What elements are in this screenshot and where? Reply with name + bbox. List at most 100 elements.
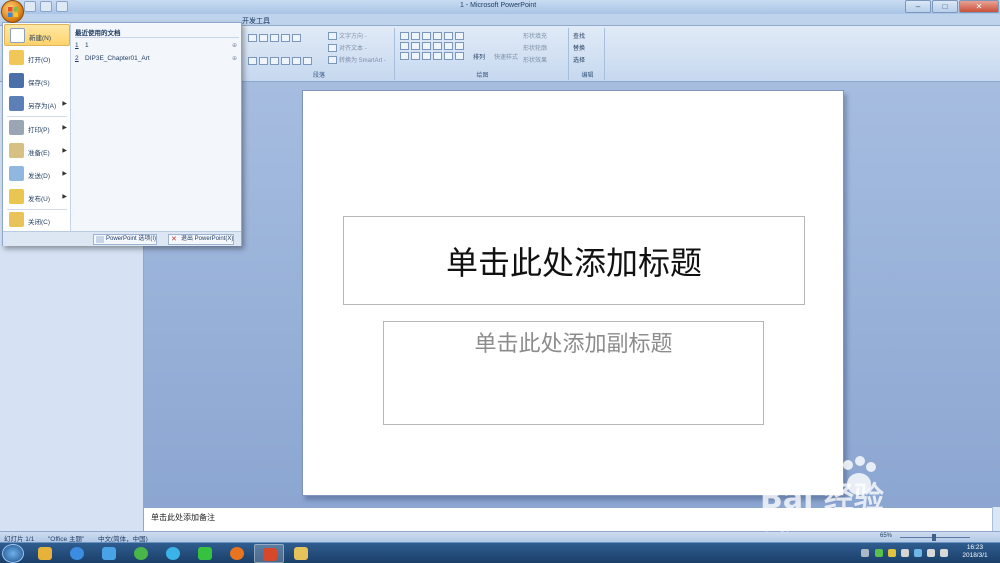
recent-document-item[interactable]: 1 1 ⊕ — [75, 41, 239, 52]
submenu-arrow-icon: ▶ — [62, 171, 67, 177]
recent-divider — [75, 37, 239, 38]
clock-date: 2018/3/1 — [962, 552, 988, 559]
taskbar-app-4[interactable] — [126, 544, 156, 563]
exit-icon: ✕ — [171, 236, 177, 243]
title-bar: 1 - Microsoft PowerPoint – □ ✕ — [0, 0, 1000, 14]
submenu-arrow-icon: ▶ — [62, 125, 67, 131]
maximize-button[interactable]: □ — [932, 0, 958, 13]
vertical-scrollbar[interactable] — [992, 507, 1000, 531]
office-button[interactable] — [1, 0, 24, 23]
shapes-gallery[interactable] — [400, 32, 466, 40]
menu-item-new[interactable]: 新建(N) — [4, 24, 70, 46]
office-logo-icon — [8, 7, 18, 17]
taskbar-app-7[interactable] — [222, 544, 252, 563]
save-icon[interactable] — [24, 1, 36, 12]
minimize-button[interactable]: – — [905, 0, 931, 13]
arrange-button[interactable]: 排列 — [473, 52, 485, 61]
powerpoint-options-button[interactable]: PowerPoint 选项(I) — [93, 234, 158, 245]
editing-group: 查找 替换 选择 编辑 — [571, 28, 605, 80]
tray-icon[interactable] — [875, 549, 883, 557]
paragraph-group-label: 段落 — [312, 73, 325, 79]
menu-item-publish[interactable]: 发布(U) ▶ — [4, 186, 70, 208]
browser-icon — [102, 547, 116, 560]
taskbar-app-9[interactable] — [286, 544, 316, 563]
clock-time: 16:23 — [966, 544, 984, 551]
convert-smartart-button[interactable]: 转换为 SmartArt - — [328, 55, 386, 65]
network-icon[interactable] — [927, 549, 935, 557]
baidu-watermark: Bai 经验 jingyan.baidu.com — [760, 455, 970, 540]
taskbar-app-3[interactable] — [94, 544, 124, 563]
iqiyi-icon — [198, 547, 212, 560]
redo-icon[interactable] — [56, 1, 68, 12]
exit-powerpoint-button[interactable]: ✕ 退出 PowerPoint(X) — [168, 234, 235, 245]
ie-icon — [70, 547, 84, 560]
app-icon — [38, 547, 52, 560]
tray-icon[interactable] — [861, 549, 869, 557]
send-icon — [9, 166, 24, 181]
text-direction-button[interactable]: 文字方向 - — [328, 31, 367, 41]
tray-icon[interactable] — [888, 549, 896, 557]
align-icon[interactable] — [248, 57, 314, 65]
menu-item-open[interactable]: 打开(O) — [4, 47, 70, 69]
menu-item-prepare[interactable]: 准备(E) ▶ — [4, 140, 70, 162]
office-menu-footer: PowerPoint 选项(I) ✕ 退出 PowerPoint(X) — [3, 231, 241, 246]
subtitle-placeholder[interactable]: 单击此处添加副标题 — [383, 321, 764, 425]
menu-item-save[interactable]: 保存(S) — [4, 70, 70, 92]
shape-effects-button[interactable]: 形状效果 — [523, 55, 547, 64]
new-document-icon — [10, 28, 25, 43]
bullet-icon[interactable] — [248, 34, 303, 42]
save-disk-icon — [9, 73, 24, 88]
shape-outline-button[interactable]: 形状轮廓 — [523, 43, 547, 52]
taskbar-app-2[interactable] — [62, 544, 92, 563]
menu-item-close[interactable]: 关闭(C) — [4, 209, 70, 231]
open-folder-icon — [9, 50, 24, 65]
start-button[interactable] — [2, 544, 24, 563]
tray-icon[interactable] — [914, 549, 922, 557]
taskbar-app-1[interactable] — [30, 544, 60, 563]
save-as-icon — [9, 96, 24, 111]
editing-group-label: 编辑 — [581, 73, 594, 79]
close-folder-icon — [9, 212, 24, 227]
submenu-arrow-icon: ▶ — [62, 148, 67, 154]
recent-document-item[interactable]: 2 DIP3E_Chapter01_Art ⊕ — [75, 54, 239, 65]
drawing-group: 排列 快速样式 形状填充 形状轮廓 形状效果 绘图 — [397, 28, 569, 80]
publish-icon — [9, 189, 24, 204]
align-text-button[interactable]: 对齐文本 - — [328, 43, 367, 53]
replace-button[interactable]: 替换 — [573, 43, 585, 52]
volume-icon[interactable] — [940, 549, 948, 557]
folder-icon — [294, 547, 308, 560]
watermark-brand: Bai 经验 — [760, 481, 884, 516]
prepare-icon — [9, 143, 24, 158]
watermark-url: jingyan.baidu.com — [766, 517, 871, 532]
quick-access-toolbar — [24, 1, 72, 13]
submenu-arrow-icon: ▶ — [62, 194, 67, 200]
select-button[interactable]: 选择 — [573, 55, 585, 64]
notes-placeholder[interactable]: 单击此处添加备注 — [151, 512, 215, 523]
menu-item-send[interactable]: 发送(D) ▶ — [4, 163, 70, 185]
undo-icon[interactable] — [40, 1, 52, 12]
paragraph-group: 文字方向 - 对齐文本 - 转换为 SmartArt - 段落 — [244, 28, 395, 80]
find-button[interactable]: 查找 — [573, 31, 585, 40]
powerpoint-icon — [263, 548, 277, 561]
pin-icon[interactable]: ⊕ — [232, 42, 237, 49]
menu-item-save-as[interactable]: 另存为(A) ▶ — [4, 93, 70, 115]
pin-icon[interactable]: ⊕ — [232, 55, 237, 62]
title-placeholder[interactable]: 单击此处添加标题 — [343, 216, 805, 305]
close-button[interactable]: ✕ — [959, 0, 999, 13]
clock[interactable]: 16:23 2018/3/1 — [955, 544, 995, 560]
shapes-gallery-row3[interactable] — [400, 52, 466, 60]
slide-canvas[interactable]: 单击此处添加标题 单击此处添加副标题 — [302, 90, 844, 496]
taskbar-app-6[interactable] — [190, 544, 220, 563]
shapes-gallery-row2[interactable] — [400, 42, 466, 50]
tray-icon[interactable] — [901, 549, 909, 557]
drawing-group-label: 绘图 — [476, 73, 489, 79]
taskbar-powerpoint[interactable] — [254, 544, 284, 563]
tab-developer[interactable]: 开发工具 — [242, 16, 270, 26]
quick-styles-button[interactable]: 快速样式 — [494, 52, 518, 61]
office-menu: 新建(N) 打开(O) 保存(S) 另存为(A) ▶ 打印(P) ▶ 准备(E)… — [2, 22, 242, 246]
taskbar-app-5[interactable] — [158, 544, 188, 563]
menu-item-print[interactable]: 打印(P) ▶ — [4, 117, 70, 139]
printer-icon — [9, 120, 24, 135]
options-icon — [96, 236, 104, 243]
shape-fill-button[interactable]: 形状填充 — [523, 31, 547, 40]
